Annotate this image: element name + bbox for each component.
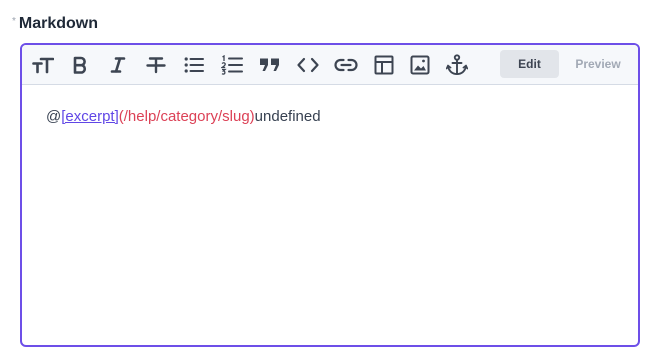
edit-tab[interactable]: Edit: [500, 50, 559, 78]
markdown-textarea[interactable]: @[excerpt](/help/category/slug)undefined: [46, 107, 321, 127]
code-icon: [297, 57, 319, 73]
preview-tab[interactable]: Preview: [562, 50, 634, 78]
image-icon: [410, 55, 430, 75]
bullet-list-button[interactable]: [180, 52, 208, 78]
italic-icon: [110, 56, 126, 74]
content-suffix: undefined: [254, 108, 321, 125]
numbered-list-icon: [221, 55, 243, 75]
mode-tabs: Edit Preview: [500, 49, 636, 79]
heading-button[interactable]: [29, 52, 57, 78]
strikethrough-button[interactable]: [142, 52, 170, 78]
content-prefix: @: [46, 108, 62, 125]
field-label: * Markdown: [12, 13, 98, 35]
link-button[interactable]: [332, 52, 360, 78]
editor-toolbar: Edit Preview: [22, 45, 638, 85]
bold-icon: [72, 56, 88, 74]
anchor-icon: [446, 54, 468, 76]
table-button[interactable]: [370, 52, 398, 78]
text-size-icon: [32, 56, 54, 74]
anchor-button[interactable]: [443, 52, 471, 78]
image-button[interactable]: [406, 52, 434, 78]
code-button[interactable]: [294, 52, 322, 78]
markdown-editor: Edit Preview @[excerpt](/help/category/s…: [20, 43, 640, 347]
quote-button[interactable]: [256, 52, 284, 78]
required-indicator: *: [12, 15, 16, 27]
quote-icon: [259, 57, 281, 73]
markdown-link-text: [excerpt]: [61, 108, 119, 125]
link-icon: [334, 57, 358, 73]
italic-button[interactable]: [104, 52, 132, 78]
table-icon: [374, 55, 394, 75]
numbered-list-button[interactable]: [218, 52, 246, 78]
bullet-list-icon: [184, 56, 204, 74]
markdown-link-url: (/help/category/slug): [118, 108, 255, 125]
strikethrough-icon: [146, 56, 166, 74]
bold-button[interactable]: [66, 52, 94, 78]
field-label-text: Markdown: [18, 15, 99, 32]
